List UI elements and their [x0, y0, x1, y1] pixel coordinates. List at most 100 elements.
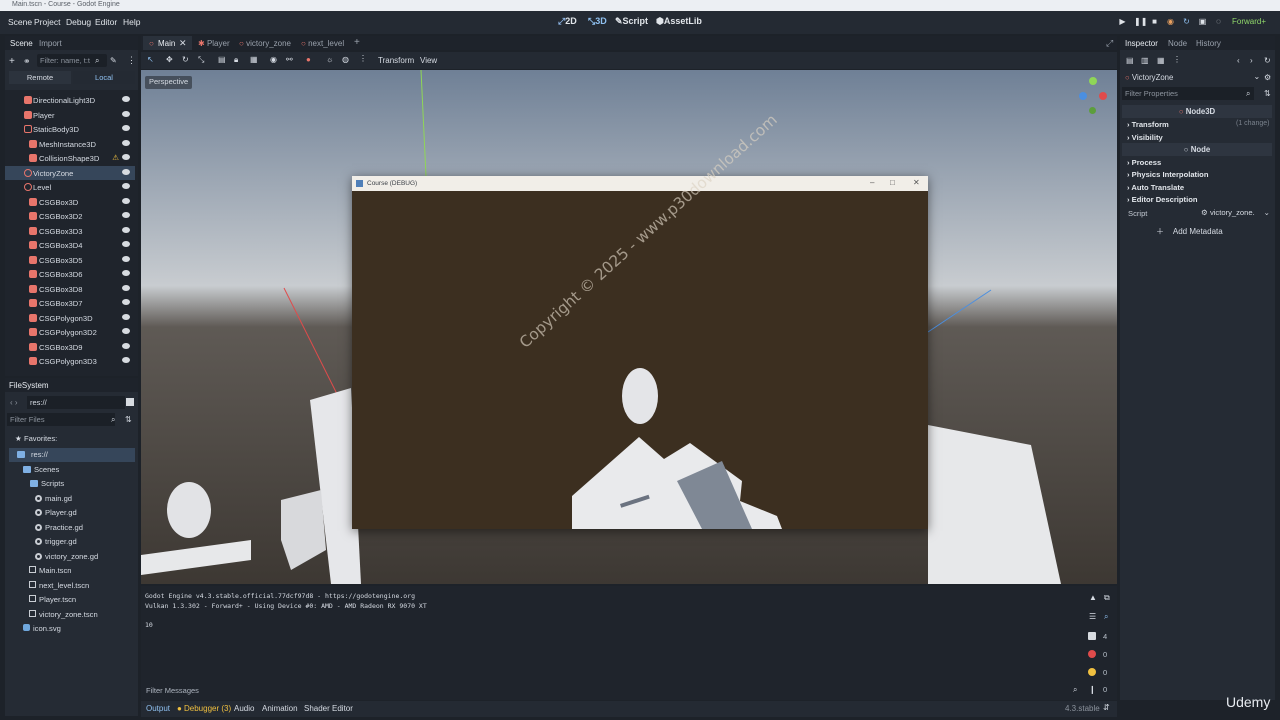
- stop-icon[interactable]: ■: [1150, 17, 1159, 26]
- gizmo-z-icon[interactable]: [1079, 92, 1087, 100]
- object-history-icon[interactable]: ↻: [1264, 56, 1271, 65]
- close-icon[interactable]: ✕: [179, 38, 187, 49]
- mode-3d-button[interactable]: ⤡3D: [588, 16, 607, 27]
- mode-script-button[interactable]: ✎Script: [615, 16, 648, 27]
- editor-filter-icon[interactable]: ❙: [1089, 685, 1096, 694]
- remote-toggle[interactable]: Remote: [9, 71, 71, 84]
- new-resource-icon[interactable]: ▤: [1126, 56, 1134, 65]
- tree-item-player[interactable]: Player: [5, 108, 135, 122]
- more-icon[interactable]: ⋮: [1173, 55, 1181, 64]
- filter-properties-input[interactable]: Filter Properties: [1122, 87, 1254, 100]
- visibility-icon[interactable]: [122, 357, 130, 363]
- visibility-icon[interactable]: [122, 154, 130, 160]
- filter-list-icon[interactable]: ☰: [1089, 612, 1096, 621]
- tree-item-csgbox3d5[interactable]: CSGBox3D5: [5, 253, 135, 267]
- filter-files-input[interactable]: Filter Files: [7, 413, 115, 426]
- menu-scene[interactable]: Scene: [8, 17, 32, 27]
- script-field[interactable]: ⚙ victory_zone. ⌄: [1198, 207, 1272, 219]
- clear-log-icon[interactable]: ▲: [1089, 593, 1097, 602]
- remote-debug-icon[interactable]: ◉: [1166, 17, 1175, 26]
- scene-tab-main[interactable]: ○ Main ✕: [143, 36, 192, 50]
- visibility-icon[interactable]: [122, 285, 130, 291]
- visibility-icon[interactable]: [122, 169, 130, 175]
- menu-editor[interactable]: Editor: [95, 17, 117, 27]
- visibility-icon[interactable]: [122, 314, 130, 320]
- prop-editor-description[interactable]: › Editor Description: [1127, 195, 1197, 204]
- camera-icon[interactable]: ●: [306, 55, 311, 64]
- script-attach-icon[interactable]: ✎: [110, 56, 117, 65]
- local-toggle[interactable]: Local: [73, 71, 135, 84]
- tab-history[interactable]: History: [1196, 39, 1221, 48]
- tree-item-csgbox3d6[interactable]: CSGBox3D6: [5, 267, 135, 281]
- tree-item-csgpolygon3d2[interactable]: CSGPolygon3D2: [5, 325, 135, 339]
- tree-item-csgbox3d9[interactable]: CSGBox3D9: [5, 340, 135, 354]
- visibility-icon[interactable]: [122, 256, 130, 262]
- close-icon[interactable]: ✕: [913, 178, 920, 187]
- history-forward-icon[interactable]: ›: [1250, 56, 1253, 65]
- view-gizmo[interactable]: [1079, 77, 1109, 115]
- filter-messages-input[interactable]: Filter Messages: [143, 684, 1085, 697]
- prop-process[interactable]: › Process: [1127, 158, 1161, 167]
- tree-item-csgbox3d8[interactable]: CSGBox3D8: [5, 282, 135, 296]
- tab-animation[interactable]: Animation: [262, 704, 298, 713]
- gizmo-x-icon[interactable]: [1099, 92, 1107, 100]
- prop-auto-translate[interactable]: › Auto Translate: [1127, 183, 1184, 192]
- path-field[interactable]: res://: [27, 396, 125, 409]
- more-icon[interactable]: ⋮: [359, 54, 367, 63]
- message-filter-icon[interactable]: [1088, 632, 1096, 640]
- split-mode-icon[interactable]: [126, 398, 134, 406]
- sort-icon[interactable]: ⇅: [125, 415, 132, 424]
- tree-item-victoryzone[interactable]: VictoryZone: [5, 166, 135, 180]
- panel-toggle-icon[interactable]: ⇵: [1103, 703, 1110, 712]
- search-toggle-icon[interactable]: ⌕: [1104, 612, 1108, 622]
- tree-item-csgbox3d2[interactable]: CSGBox3D2: [5, 209, 135, 223]
- gizmo-neg-y-icon[interactable]: [1089, 107, 1096, 114]
- tree-item-staticbody[interactable]: StaticBody3D: [5, 122, 135, 136]
- tree-item-csgbox3d[interactable]: CSGBox3D: [5, 195, 135, 209]
- menu-help[interactable]: Help: [123, 17, 140, 27]
- visibility-icon[interactable]: [122, 227, 130, 233]
- move-tool-icon[interactable]: ✥: [166, 55, 173, 64]
- visibility-icon[interactable]: [122, 140, 130, 146]
- visibility-icon[interactable]: [122, 125, 130, 131]
- game-window[interactable]: Course (DEBUG) – □ ✕ Copyright © 2025 - …: [352, 111, 928, 529]
- prop-transform[interactable]: › Transform: [1127, 120, 1169, 129]
- visibility-icon[interactable]: [122, 198, 130, 204]
- tab-shader-editor[interactable]: Shader Editor: [304, 704, 353, 713]
- play-scene-icon[interactable]: ▣: [1198, 17, 1207, 26]
- visibility-icon[interactable]: [122, 343, 130, 349]
- bone-icon[interactable]: ⚯: [286, 55, 293, 64]
- snap-icon[interactable]: ◉: [270, 55, 277, 64]
- group-icon[interactable]: ▦: [250, 55, 258, 64]
- tree-item-directionallight[interactable]: DirectionalLight3D: [5, 93, 135, 107]
- warning-filter-icon[interactable]: [1088, 668, 1096, 676]
- minimize-icon[interactable]: –: [870, 178, 874, 187]
- menu-debug[interactable]: Debug: [66, 17, 91, 27]
- pause-icon[interactable]: ❚❚: [1134, 17, 1147, 26]
- tree-item-csgbox3d4[interactable]: CSGBox3D4: [5, 238, 135, 252]
- view-menu[interactable]: View: [420, 56, 437, 65]
- perspective-menu[interactable]: Perspective: [145, 76, 193, 89]
- selected-node-field[interactable]: ○ VictoryZone ⌄: [1122, 71, 1260, 84]
- select-tool-icon[interactable]: ↖: [147, 55, 154, 64]
- renderer-select[interactable]: Forward+: [1232, 17, 1266, 26]
- tab-inspector[interactable]: Inspector: [1125, 39, 1158, 48]
- visibility-icon[interactable]: [122, 270, 130, 276]
- more-icon[interactable]: ⋮: [127, 55, 136, 66]
- movie-icon[interactable]: ◌: [1214, 17, 1223, 26]
- scene-tab-next-level[interactable]: ○ next_level: [301, 39, 344, 48]
- visibility-icon[interactable]: [122, 299, 130, 305]
- reload-icon[interactable]: ↻: [1182, 17, 1191, 26]
- prop-physics-interpolation[interactable]: › Physics Interpolation: [1127, 170, 1208, 179]
- visibility-icon[interactable]: [122, 96, 130, 102]
- tab-node[interactable]: Node: [1168, 39, 1187, 48]
- mode-assetlib-button[interactable]: ⬢AssetLib: [656, 16, 702, 27]
- history-back-icon[interactable]: ‹: [1237, 56, 1240, 65]
- open-folder-icon[interactable]: ▥: [1141, 56, 1149, 65]
- visibility-icon[interactable]: [122, 183, 130, 189]
- tab-filesystem[interactable]: FileSystem: [9, 381, 49, 390]
- tree-item-meshinstance[interactable]: MeshInstance3D: [5, 137, 135, 151]
- error-filter-icon[interactable]: [1088, 650, 1096, 658]
- tree-item-level[interactable]: Level: [5, 180, 135, 194]
- prop-visibility[interactable]: › Visibility: [1127, 133, 1163, 142]
